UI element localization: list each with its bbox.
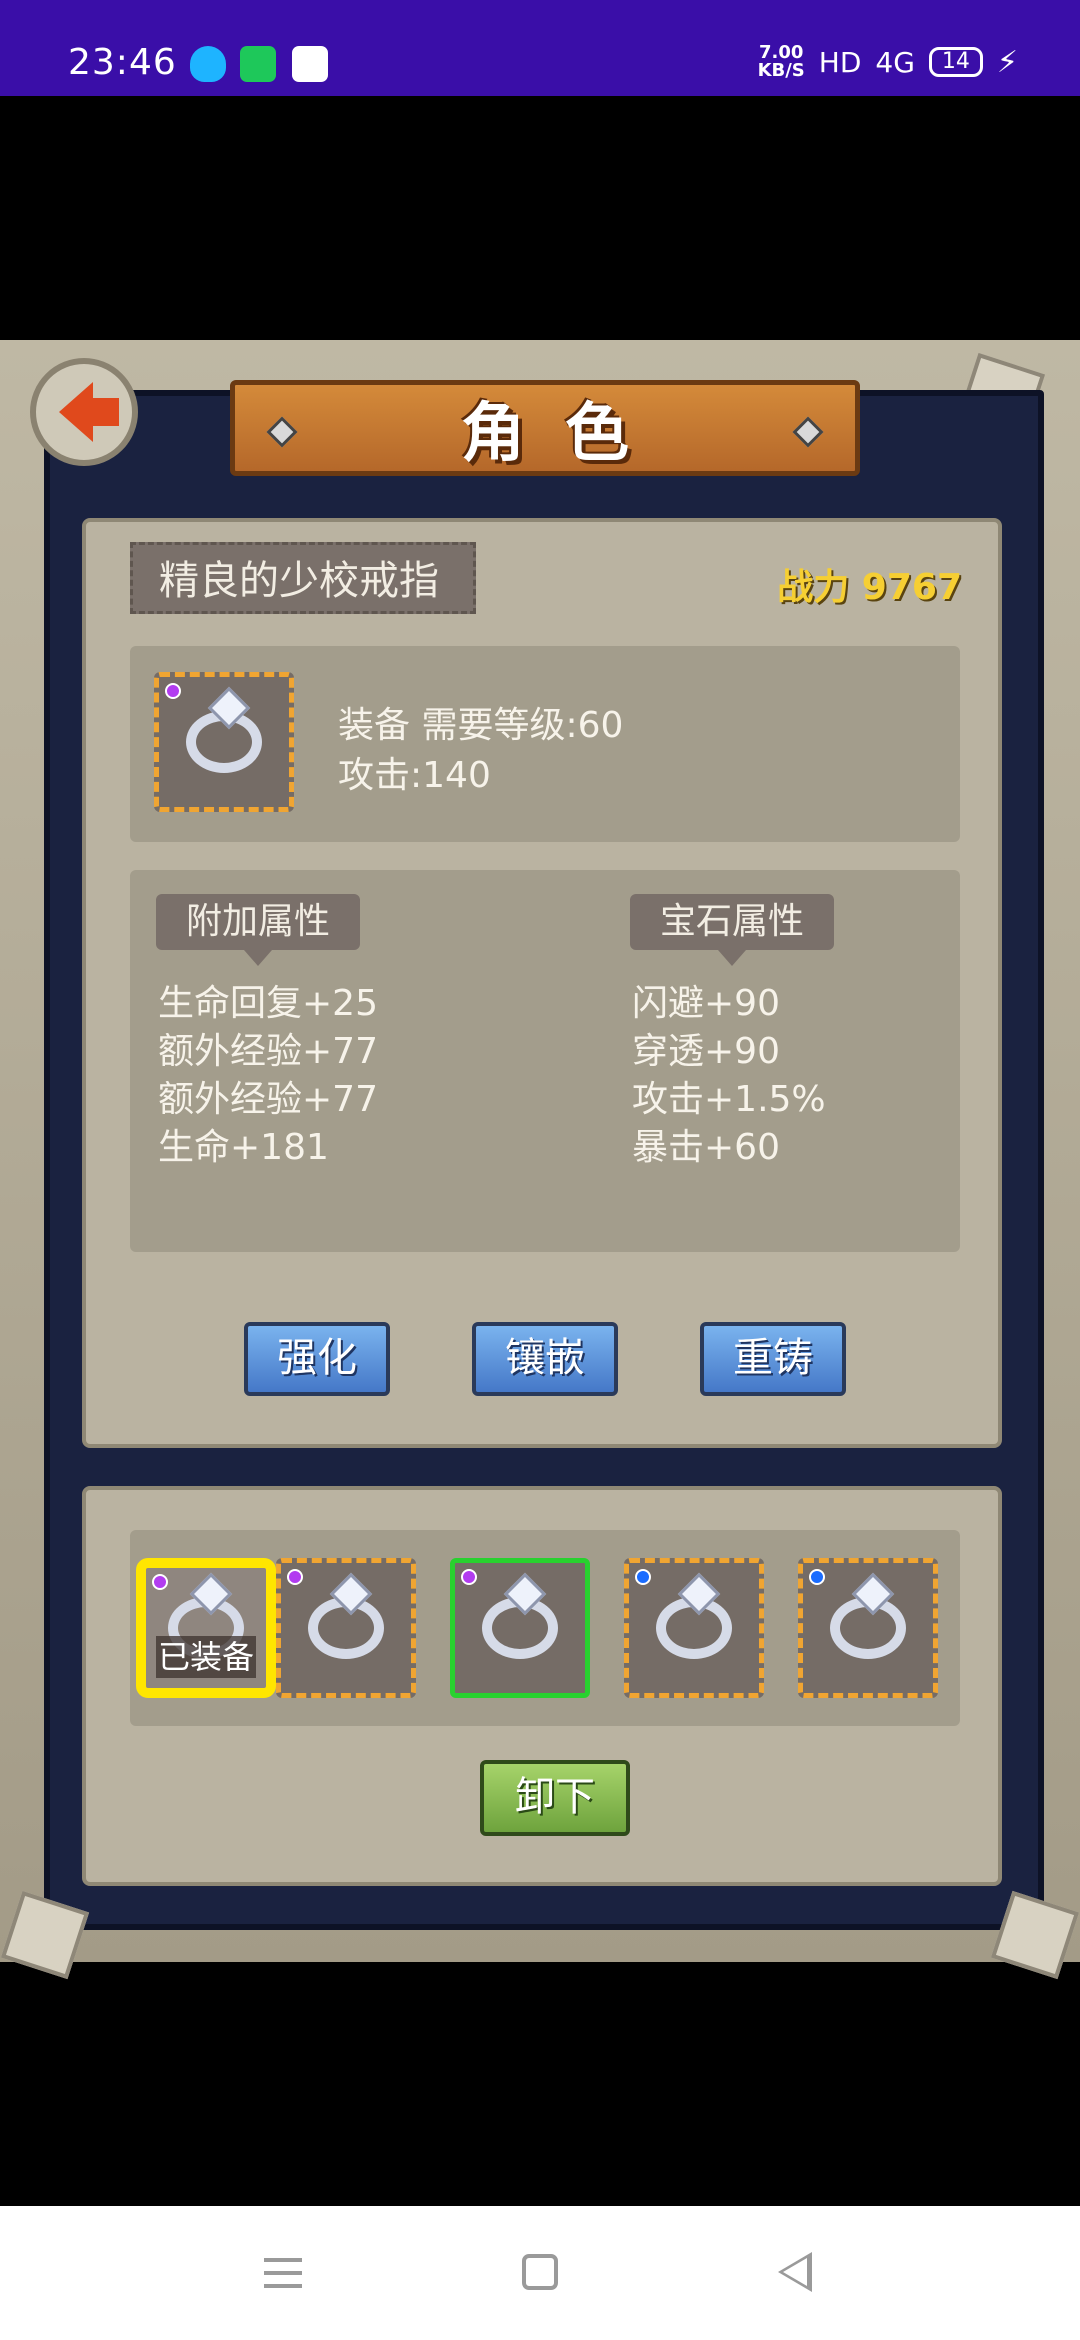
home-icon[interactable] [522, 2254, 558, 2290]
ring-icon [308, 1597, 384, 1659]
inventory-panel: 已装备 卸下 [82, 1486, 1002, 1886]
extra-attribute: 额外经验+77 [158, 1031, 378, 1072]
hd-label: HD [818, 45, 862, 79]
ring-inventory-strip[interactable]: 已装备 [130, 1530, 960, 1726]
unequip-button[interactable]: 卸下 [480, 1760, 630, 1836]
battery-icon: 14 [928, 47, 983, 77]
gem-dot-icon [635, 1569, 651, 1585]
extra-attributes-label: 附加属性 [156, 894, 361, 966]
gem-attributes-label: 宝石属性 [630, 894, 835, 966]
qq-icon [190, 46, 226, 82]
nail-icon [792, 416, 824, 448]
power-label: 战力 [777, 567, 850, 608]
net-speed-unit: KB/S [757, 60, 805, 81]
ring-icon [482, 1597, 558, 1659]
power-value: 9767 [861, 567, 962, 608]
back-button[interactable] [30, 358, 138, 466]
power-display: 战力 9767 [777, 558, 962, 610]
status-bar: 23:46 7.00 KB/S HD 4G 14 ⚡ [0, 0, 1080, 96]
game-screen: 角色 精良的少校戒指 战力 9767 装备 需要等级:60 攻击:140 附加属… [0, 340, 1080, 1980]
menu-icon[interactable] [264, 2258, 302, 2288]
back-arrow-icon [59, 382, 119, 442]
item-attack: 攻击:140 [338, 755, 491, 796]
recast-button[interactable]: 重铸 [700, 1322, 846, 1396]
ring-icon [656, 1597, 732, 1659]
net-speed: 7.00 KB/S [758, 44, 805, 80]
inlay-button[interactable]: 镶嵌 [472, 1322, 618, 1396]
gem-dot-icon [287, 1569, 303, 1585]
item-detail-panel: 精良的少校戒指 战力 9767 装备 需要等级:60 攻击:140 附加属性 宝… [82, 518, 1002, 1448]
item-icon-slot [154, 672, 294, 812]
extra-attribute: 生命+181 [158, 1127, 329, 1168]
network-label: 4G [875, 45, 915, 79]
ring-icon [830, 1597, 906, 1659]
extra-attributes-list: 生命回复+25 额外经验+77 额外经验+77 生命+181 [158, 980, 378, 1172]
status-right: 7.00 KB/S HD 4G 14 ⚡ [758, 44, 1018, 80]
item-summary: 装备 需要等级:60 攻击:140 [130, 646, 960, 842]
gem-attribute: 攻击+1.5% [632, 1079, 826, 1120]
gem-dot-icon [809, 1569, 825, 1585]
ring-icon [186, 711, 262, 773]
title-board: 角色 [230, 380, 860, 476]
camera-app-icon [292, 46, 328, 82]
inventory-slot[interactable] [450, 1558, 590, 1698]
inventory-slot[interactable] [276, 1558, 416, 1698]
gem-dot-icon [461, 1569, 477, 1585]
back-icon[interactable] [778, 2252, 812, 2292]
nail-icon [266, 416, 298, 448]
item-name: 精良的少校戒指 [130, 542, 476, 614]
inventory-slot[interactable] [624, 1558, 764, 1698]
page-title: 角色 [461, 397, 669, 471]
strengthen-button[interactable]: 强化 [244, 1322, 390, 1396]
gem-attribute: 暴击+60 [632, 1127, 780, 1168]
charging-icon: ⚡ [996, 44, 1018, 80]
iqiyi-icon [240, 46, 276, 82]
gem-dot-icon [152, 1574, 168, 1590]
gem-attributes-list: 闪避+90 穿透+90 攻击+1.5% 暴击+60 [632, 980, 826, 1172]
extra-attribute: 额外经验+77 [158, 1079, 378, 1120]
gem-attribute: 闪避+90 [632, 983, 780, 1024]
attributes-box: 附加属性 宝石属性 生命回复+25 额外经验+77 额外经验+77 生命+181… [130, 870, 960, 1252]
status-time: 23:46 [68, 42, 177, 83]
extra-attribute: 生命回复+25 [158, 983, 378, 1024]
inventory-slot[interactable] [798, 1558, 938, 1698]
system-nav-bar [0, 2206, 1080, 2340]
equipped-label: 已装备 [156, 1636, 256, 1678]
gem-attribute: 穿透+90 [632, 1031, 780, 1072]
gem-dot-icon [165, 683, 181, 699]
inventory-slot-equipped[interactable]: 已装备 [136, 1558, 276, 1698]
item-level-requirement: 装备 需要等级:60 [338, 705, 624, 746]
